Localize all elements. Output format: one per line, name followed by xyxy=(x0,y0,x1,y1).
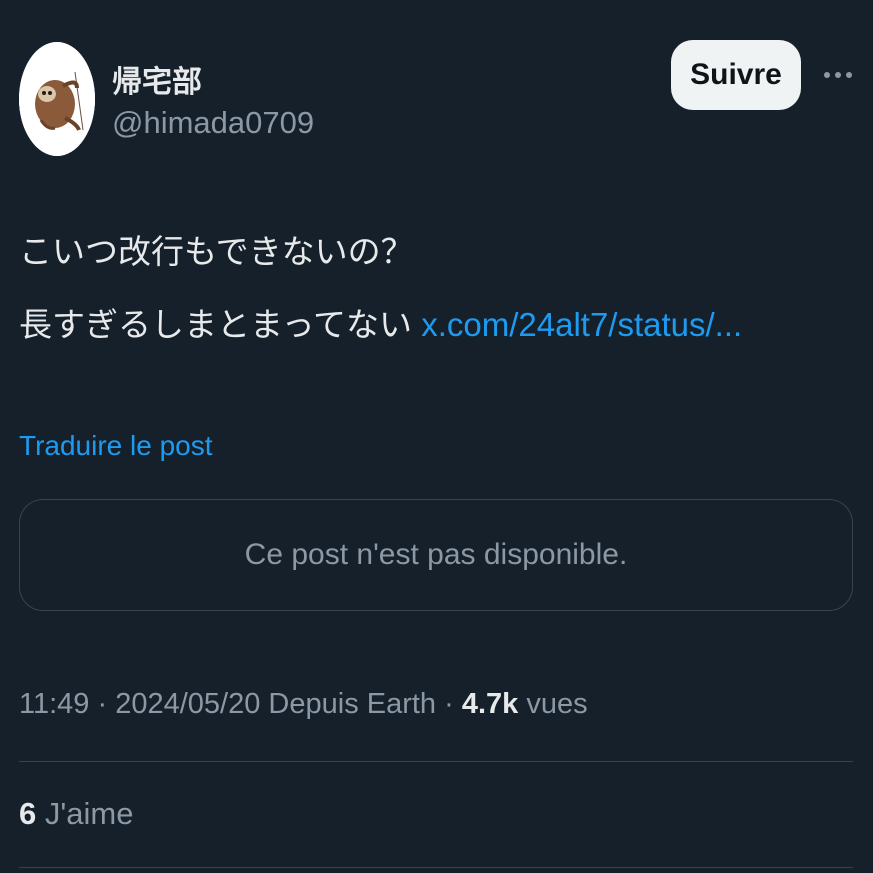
likes-link[interactable]: 6 J'aime xyxy=(19,796,133,832)
views-count: 4.7k xyxy=(461,688,519,720)
views-label: vues xyxy=(518,688,588,720)
quoted-post-unavailable: Ce post n'est pas disponible. xyxy=(19,499,853,611)
post-date[interactable]: 2024/05/20 xyxy=(115,688,260,720)
tweet-text-line-2: 長すぎるしまとまってない x.com/24alt7/status/... xyxy=(19,305,859,345)
likes-count: 6 xyxy=(19,796,37,831)
post-meta: 11:49 · 2024/05/20 Depuis Earth · 4.7k v… xyxy=(19,688,588,721)
follow-button[interactable]: Suivre xyxy=(671,40,801,110)
post-source: Depuis Earth xyxy=(260,688,437,720)
tweet-link[interactable]: x.com/24alt7/status/... xyxy=(421,306,742,343)
more-options-icon-dot xyxy=(835,72,841,78)
tweet-text-line-1: こいつ改行もできないの？ xyxy=(19,233,414,270)
author-display-name[interactable]: 帰宅部 xyxy=(112,57,202,101)
author-handle[interactable]: @himada0709 xyxy=(112,105,314,141)
author-avatar[interactable] xyxy=(19,42,95,156)
translate-post-link[interactable]: Traduire le post xyxy=(19,430,213,462)
more-options-icon xyxy=(824,72,830,78)
likes-label: J'aime xyxy=(36,796,134,831)
tweet-text-line-2-body: 長すぎるしまとまってない xyxy=(19,306,422,343)
quoted-post-unavailable-text: Ce post n'est pas disponible. xyxy=(244,538,628,571)
meta-separator: · xyxy=(89,688,116,720)
sloth-avatar-icon xyxy=(19,42,95,156)
more-options-button[interactable] xyxy=(818,60,858,90)
more-options-icon-dot xyxy=(846,72,852,78)
post-time[interactable]: 11:49 xyxy=(19,688,89,720)
meta-separator-2: · xyxy=(436,688,462,720)
divider xyxy=(19,761,853,762)
divider-bottom xyxy=(19,867,853,868)
